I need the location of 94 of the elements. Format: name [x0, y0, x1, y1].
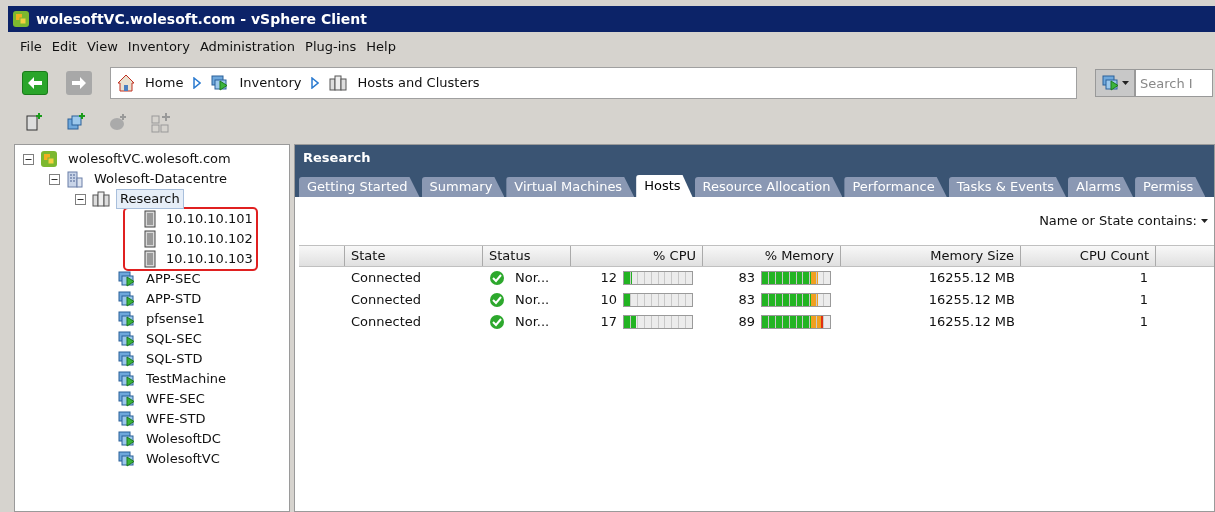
back-button[interactable] — [22, 71, 48, 95]
left-arrow-icon — [27, 76, 43, 90]
column-header[interactable]: Memory Size — [841, 246, 1021, 266]
check-icon — [489, 270, 505, 286]
virtual-machine-icon — [118, 390, 136, 408]
add-cluster-icon[interactable] — [66, 112, 86, 132]
table-cell-text: 16255.12 MB — [927, 269, 1016, 288]
breadcrumb-link[interactable]: Hosts and Clusters — [357, 73, 480, 93]
table-cell-text: 16255.12 MB — [927, 291, 1016, 310]
vcenter-icon — [12, 10, 30, 28]
table-cell-text: Nor... — [515, 313, 550, 332]
table-cell-text: 1 — [1138, 269, 1149, 288]
menu-item[interactable]: Administration — [199, 37, 296, 57]
tree-item[interactable]: TestMachine — [142, 369, 231, 389]
home-icon — [117, 74, 135, 92]
table-cell-text: Nor... — [515, 291, 550, 310]
virtual-machine-icon — [118, 310, 136, 328]
menu-item[interactable]: File — [20, 37, 42, 57]
menu-item[interactable]: View — [86, 37, 118, 57]
add-pool-icon[interactable] — [108, 112, 128, 132]
virtual-machine-icon — [118, 370, 136, 388]
menu-item[interactable]: Plug-ins — [305, 37, 357, 57]
breadcrumb-link[interactable]: Inventory — [239, 73, 302, 93]
tree-item[interactable]: pfsense1 — [142, 309, 209, 329]
table-cell-text: 16255.12 MB — [927, 313, 1016, 332]
caret-icon — [1201, 219, 1208, 223]
table-cell-text: 10 — [600, 291, 617, 310]
table-cell-text: 12 — [600, 269, 617, 288]
table-cell-text: 1 — [1138, 313, 1149, 332]
table-cell-text: 1 — [1138, 291, 1149, 310]
menu-item[interactable]: Help — [366, 37, 396, 57]
column-header[interactable]: % Memory — [703, 246, 841, 266]
tree-item[interactable]: Research — [116, 189, 184, 209]
server-icon — [144, 230, 156, 248]
check-icon — [489, 292, 505, 308]
window-title: wolesoftVC.wolesoft.com - vSphere Client — [36, 9, 367, 29]
virtual-machine-icon — [118, 350, 136, 368]
search-scope-button[interactable] — [1095, 69, 1135, 97]
filter-label[interactable]: Name or State contains: — [1039, 211, 1197, 231]
tree-item[interactable]: 10.10.10.101 — [162, 209, 257, 229]
server-cluster-icon — [92, 190, 110, 208]
tree-item[interactable]: 10.10.10.102 — [162, 229, 257, 249]
panel-title: Research — [302, 149, 372, 168]
check-icon — [489, 314, 505, 330]
breadcrumb-link[interactable]: Home — [145, 73, 184, 93]
tree-item[interactable]: SQL-STD — [142, 349, 207, 369]
table-cell-text: Connected — [350, 291, 422, 310]
add-host-icon[interactable] — [24, 112, 44, 132]
right-arrow-icon — [71, 76, 87, 90]
tab[interactable]: Hosts — [636, 175, 693, 197]
tree-item[interactable]: WolesoftVC — [142, 449, 224, 469]
collapse-icon[interactable] — [75, 193, 86, 205]
virtual-machine-icon — [118, 430, 136, 448]
tree-item[interactable]: Wolesoft-Datacentre — [90, 169, 232, 189]
table-cell-text: 89 — [738, 313, 755, 332]
column-header[interactable]: % CPU — [571, 246, 703, 266]
server-cluster-icon — [329, 74, 348, 92]
tree-item[interactable]: WFE-STD — [142, 409, 210, 429]
table-cell-text: 17 — [600, 313, 617, 332]
chevron-icon — [311, 77, 320, 89]
table-cell-text: Connected — [350, 313, 422, 332]
tree-item[interactable]: WFE-SEC — [142, 389, 209, 409]
virtual-machine-icon — [118, 270, 136, 288]
menu-item[interactable]: Inventory — [127, 37, 190, 57]
virtual-machine-icon — [118, 330, 136, 348]
virtual-machine-icon — [118, 290, 136, 308]
server-icon — [144, 250, 156, 268]
table-cell-text: 83 — [738, 291, 755, 310]
table-cell-text: Nor... — [515, 269, 550, 288]
tree-item[interactable]: wolesoftVC.wolesoft.com — [64, 149, 235, 169]
column-header[interactable]: State — [345, 246, 483, 266]
table-cell-text: Connected — [350, 269, 422, 288]
caret-icon — [1121, 81, 1129, 85]
building-icon — [66, 170, 84, 188]
collapse-icon[interactable] — [49, 173, 60, 185]
virtual-machine-icon — [118, 410, 136, 428]
virtual-machine-icon — [1101, 74, 1120, 92]
table-cell-text: 83 — [738, 269, 755, 288]
menu-item[interactable]: Edit — [51, 37, 77, 57]
virtual-machine-icon — [211, 74, 230, 92]
chevron-icon — [193, 77, 202, 89]
vcenter-icon — [40, 150, 58, 168]
tree-item[interactable]: APP-SEC — [142, 269, 205, 289]
search-field[interactable]: Search I — [1135, 69, 1213, 97]
tree-item[interactable]: APP-STD — [142, 289, 206, 309]
add-grid-icon[interactable] — [150, 111, 172, 133]
collapse-icon[interactable] — [23, 153, 34, 165]
tree-item[interactable]: WolesoftDC — [142, 429, 225, 449]
tree-item[interactable]: 10.10.10.103 — [162, 249, 257, 269]
column-header[interactable]: CPU Count — [1021, 246, 1156, 266]
virtual-machine-icon — [118, 450, 136, 468]
tree-item[interactable]: SQL-SEC — [142, 329, 206, 349]
server-icon — [144, 210, 156, 228]
column-header[interactable]: Status — [483, 246, 571, 266]
